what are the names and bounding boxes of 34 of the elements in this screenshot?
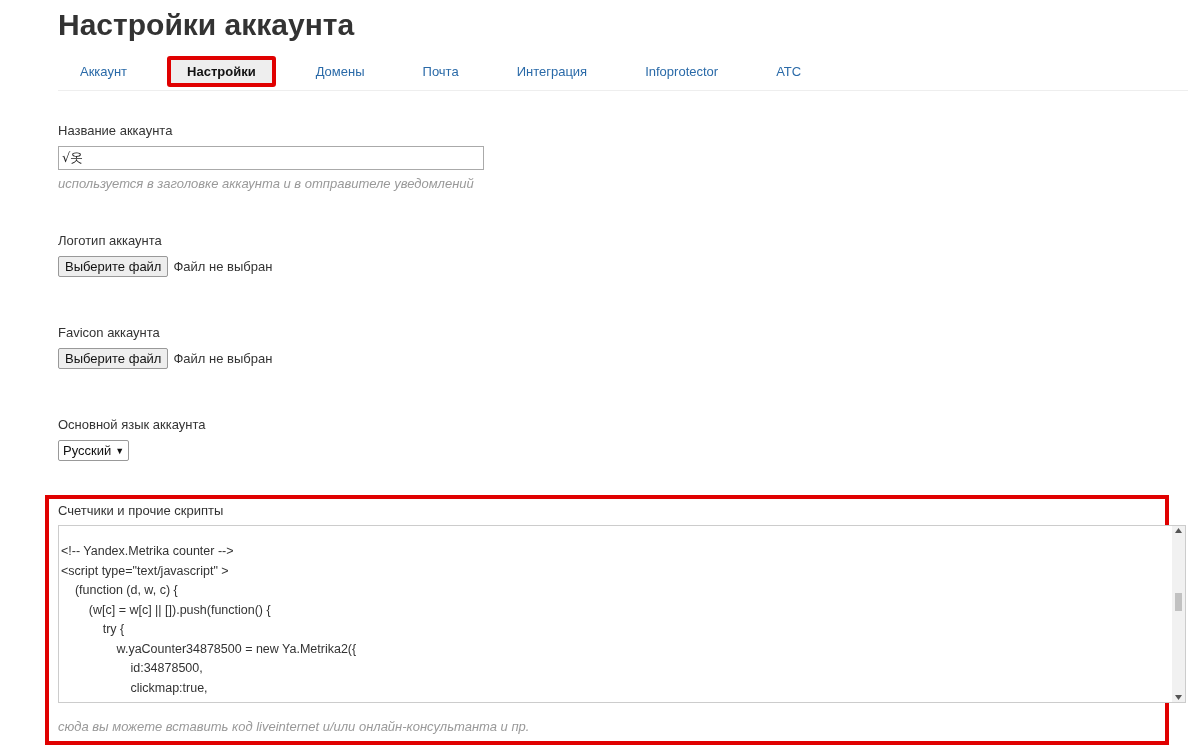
- field-label: Favicon аккаунта: [58, 325, 161, 340]
- code-line: id:34878500,: [129, 660, 204, 677]
- field-label: Счетчики и прочие скрипты: [58, 503, 225, 518]
- file-status: Файл не выбран: [173, 351, 273, 366]
- file-button[interactable]: Выберите файл: [58, 348, 169, 369]
- tab[interactable]: АТС: [758, 55, 820, 87]
- hint-text: используется в заголовке аккаунта и в отправителе уведомлений: [58, 176, 475, 191]
- tab[interactable]: Интеграция: [498, 55, 606, 87]
- tab[interactable]: Почта: [404, 55, 477, 87]
- file-button[interactable]: Выберите файл: [58, 256, 169, 277]
- page-title: Настройки аккаунта: [58, 7, 356, 43]
- tab[interactable]: Домены: [297, 55, 383, 87]
- scrollbar-thumb[interactable]: [1175, 593, 1182, 611]
- scrollbar[interactable]: [1172, 526, 1185, 702]
- code-line: clickmap:true,: [129, 679, 209, 697]
- code-textarea[interactable]: <!-- Yandex.Metrika counter --> <script type="text/javascript" > (function (d, w, c) { (w[c] = w[c] || []).push(function() { try { w.yaCounter34878500 = new Ya.Metrika2({ id:34878500, clickmap:true,: [58, 525, 1186, 703]
- field-label: Основной язык аккаунта: [58, 417, 207, 432]
- tab[interactable]: Аккаунт: [62, 55, 146, 87]
- field-label: Логотип аккаунта: [58, 233, 163, 248]
- input-field[interactable]: √옷: [58, 146, 484, 170]
- language-dropdown[interactable]: Русский ▼: [58, 440, 130, 461]
- file-status: Файл не выбран: [173, 259, 273, 274]
- scroll-down-icon[interactable]: [1175, 695, 1182, 700]
- code-line: (function (d, w, c) {: [73, 582, 179, 599]
- code-line: <script type="text/javascript" >: [61, 562, 230, 580]
- code-line: try {: [101, 621, 126, 638]
- code-line: (w[c] = w[c] || []).push(function() {: [87, 601, 272, 619]
- code-line: w.yaCounter34878500 = new Ya.Metrika2({: [115, 640, 358, 658]
- tab[interactable]: Infoprotector: [627, 55, 737, 87]
- scroll-up-icon[interactable]: [1175, 528, 1182, 533]
- tab[interactable]: Настройки: [167, 55, 276, 87]
- code-line: <!-- Yandex.Metrika counter -->: [61, 543, 235, 560]
- hint-text: сюда вы можете вставить код liveinternet и/или онлайн-консультанта и пр.: [58, 719, 531, 734]
- field-label: Название аккаунта: [58, 123, 174, 138]
